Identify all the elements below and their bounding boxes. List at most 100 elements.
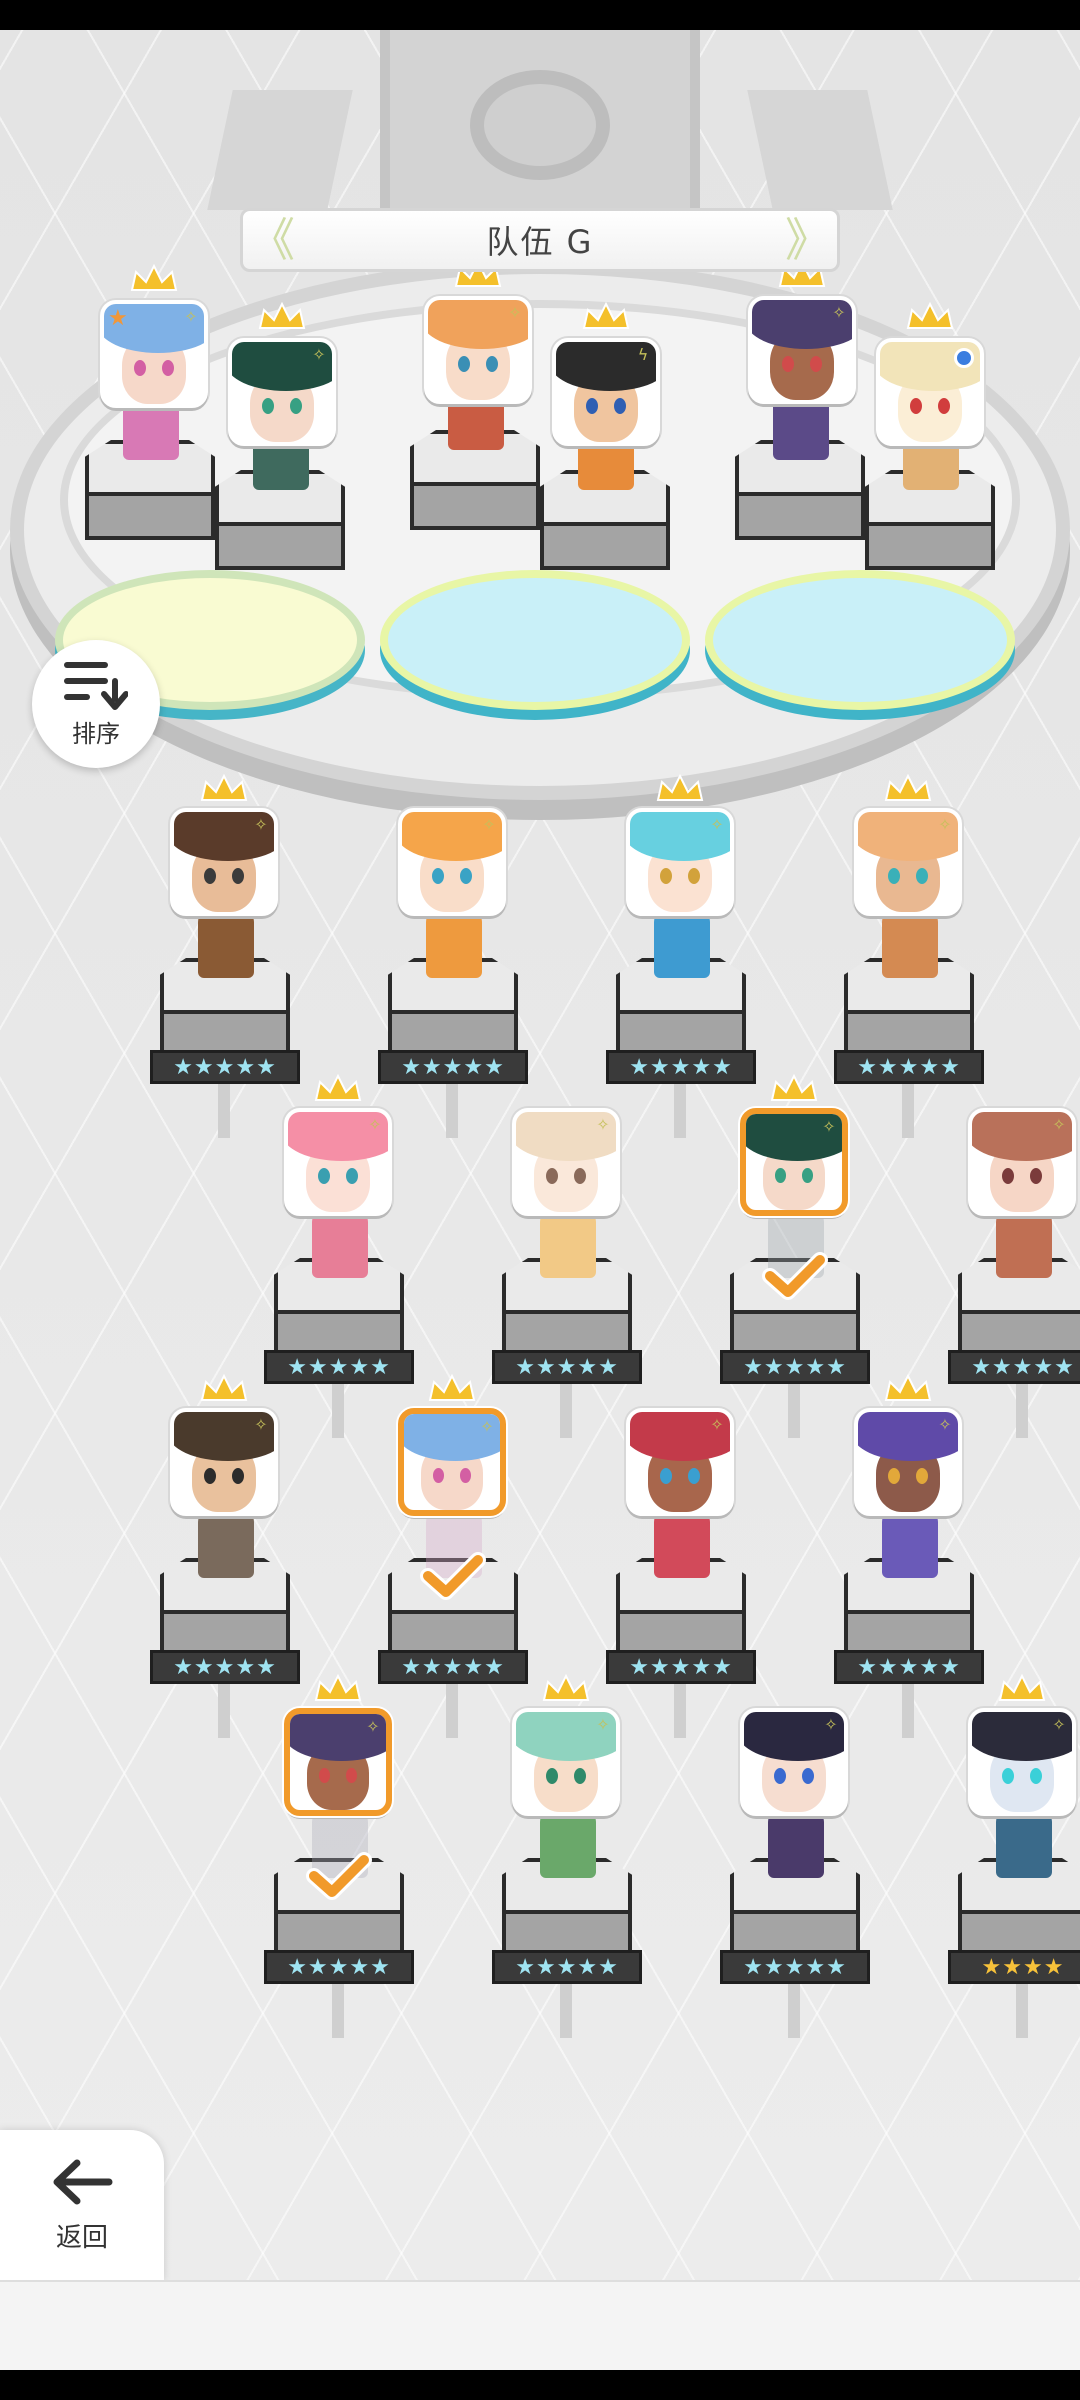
star-rating: ★★★★★ xyxy=(948,1350,1080,1384)
crown-icon xyxy=(312,1073,364,1104)
sparkle-icon: ✧ xyxy=(938,815,952,834)
hero-pedestal[interactable]: ★★★★ xyxy=(948,1810,1080,1988)
hero-pedestal[interactable]: ★★★★★ xyxy=(948,1210,1080,1388)
hero-pedestal[interactable]: ★★★★★ xyxy=(720,1210,870,1388)
sort-button[interactable]: 排序 xyxy=(32,640,160,768)
hero-pedestal[interactable] xyxy=(75,392,225,570)
hero-sprite xyxy=(540,1810,596,1878)
hero-portrait[interactable]: ✧ xyxy=(424,296,532,404)
next-team-arrow[interactable]: 》 xyxy=(785,217,831,263)
hero-portrait[interactable]: ✧ xyxy=(854,808,962,916)
hero-pedestal[interactable] xyxy=(205,422,355,600)
star-rating-stars: ★★★★★ xyxy=(971,1354,1075,1380)
hero-portrait[interactable]: ✧ xyxy=(626,808,734,916)
star-rating-stars: ★★★★★ xyxy=(401,1654,505,1680)
crown-icon xyxy=(256,301,308,332)
crown-icon xyxy=(426,1373,478,1404)
hero-pedestal[interactable]: ★★★★★ xyxy=(720,1810,870,1988)
hero-sprite xyxy=(996,1210,1052,1278)
hero-eye xyxy=(458,356,470,372)
sparkle-icon: ✧ xyxy=(312,345,326,364)
star-rating-stars: ★★★★★ xyxy=(743,1954,847,1980)
bottom-bar xyxy=(0,2280,1080,2370)
hero-pedestal[interactable] xyxy=(855,422,1005,600)
back-button[interactable]: 返回 xyxy=(0,2130,164,2280)
prev-team-arrow[interactable]: 《 xyxy=(249,217,295,263)
crown-icon xyxy=(768,1073,820,1104)
hero-pedestal[interactable]: ★★★★★ xyxy=(378,1510,528,1688)
crown-icon xyxy=(654,773,706,804)
hero-eye xyxy=(486,356,498,372)
hero-portrait[interactable]: ✧ xyxy=(170,808,278,916)
crown-icon xyxy=(312,1673,364,1704)
hero-pedestal[interactable]: ★★★★★ xyxy=(150,910,300,1088)
star-rating: ★★★★★ xyxy=(720,1350,870,1384)
lightning-icon: ϟ xyxy=(637,345,649,364)
hero-portrait[interactable]: ✧ xyxy=(626,1408,734,1516)
hero-pedestal[interactable] xyxy=(530,422,680,600)
hero-portrait[interactable]: ✧ xyxy=(854,1408,962,1516)
hero-eye xyxy=(204,1468,216,1484)
hero-sprite xyxy=(540,1210,596,1278)
hero-portrait[interactable]: ✧ xyxy=(512,1708,620,1816)
star-rating: ★★★★★ xyxy=(492,1350,642,1384)
hero-eye xyxy=(162,360,174,376)
hero-eye xyxy=(546,1168,558,1184)
hero-portrait[interactable]: ✧ xyxy=(512,1108,620,1216)
star-rating-stars: ★★★★★ xyxy=(515,1354,619,1380)
arrow-left-icon xyxy=(53,2159,113,2204)
hero-pedestal[interactable] xyxy=(400,382,550,560)
hero-pedestal[interactable]: ★★★★★ xyxy=(378,910,528,1088)
hero-eye xyxy=(614,398,626,414)
hero-eye xyxy=(802,1768,814,1784)
hero-pedestal[interactable]: ★★★★★ xyxy=(492,1210,642,1388)
star-rating-stars: ★★★★★ xyxy=(287,1354,391,1380)
star-rating: ★★★★★ xyxy=(264,1950,414,1984)
hero-pedestal[interactable]: ★★★★★ xyxy=(834,910,984,1088)
hero-pedestal[interactable]: ★★★★★ xyxy=(606,910,756,1088)
star-rating: ★★★★★ xyxy=(150,1650,300,1684)
sparkle-icon: ✧ xyxy=(1052,1115,1066,1134)
hero-eye xyxy=(232,868,244,884)
hero-pedestal[interactable]: ★★★★★ xyxy=(264,1210,414,1388)
hero-sprite xyxy=(768,1810,824,1878)
hero-sprite xyxy=(426,910,482,978)
team-title: 队伍 G xyxy=(486,223,594,261)
hero-portrait[interactable]: ϟ xyxy=(552,338,660,446)
hero-portrait[interactable]: ✧ xyxy=(228,338,336,446)
hero-portrait[interactable]: ✧ xyxy=(968,1708,1076,1816)
crown-icon xyxy=(128,263,180,294)
hero-portrait[interactable]: ✧ xyxy=(968,1108,1076,1216)
hero-sprite xyxy=(198,1510,254,1578)
star-rating: ★★★★★ xyxy=(264,1350,414,1384)
star-rating-stars: ★★★★★ xyxy=(515,1954,619,1980)
hero-portrait[interactable]: ✧ xyxy=(284,1708,392,1816)
hero-portrait[interactable]: ✧ xyxy=(740,1708,848,1816)
hero-portrait[interactable]: ✧ xyxy=(740,1108,848,1216)
hero-pedestal[interactable]: ★★★★★ xyxy=(834,1510,984,1688)
hero-portrait[interactable]: ✧ xyxy=(170,1408,278,1516)
hero-portrait[interactable]: ✧ xyxy=(284,1108,392,1216)
hero-portrait[interactable]: ✧ xyxy=(748,296,856,404)
hero-pedestal[interactable] xyxy=(725,392,875,570)
hero-portrait[interactable] xyxy=(876,338,984,446)
hero-pedestal[interactable]: ★★★★★ xyxy=(492,1810,642,1988)
checkmark-icon xyxy=(420,1552,486,1600)
hero-portrait[interactable]: ★ ✧ xyxy=(100,300,208,408)
sparkle-icon: ✧ xyxy=(508,303,522,322)
sparkle-icon: ✧ xyxy=(368,1115,382,1134)
hero-pedestal[interactable]: ★★★★★ xyxy=(606,1510,756,1688)
hero-pedestal[interactable]: ★★★★★ xyxy=(150,1510,300,1688)
hero-eye xyxy=(888,1468,900,1484)
star-rating-stars: ★★★★★ xyxy=(857,1654,961,1680)
sparkle-icon: ✧ xyxy=(254,1415,268,1434)
checkmark-icon xyxy=(306,1852,372,1900)
hero-pedestal[interactable]: ★★★★★ xyxy=(264,1810,414,1988)
hero-portrait[interactable]: ✧ xyxy=(398,808,506,916)
star-rating: ★★★★★ xyxy=(150,1050,300,1084)
star-rating: ★★★★★ xyxy=(492,1950,642,1984)
sparkle-icon: ✧ xyxy=(1052,1715,1066,1734)
sparkle-icon: ✧ xyxy=(824,1715,838,1734)
hero-portrait[interactable]: ✧ xyxy=(398,1408,506,1516)
star-rating-stars: ★★★★ xyxy=(981,1954,1065,1980)
